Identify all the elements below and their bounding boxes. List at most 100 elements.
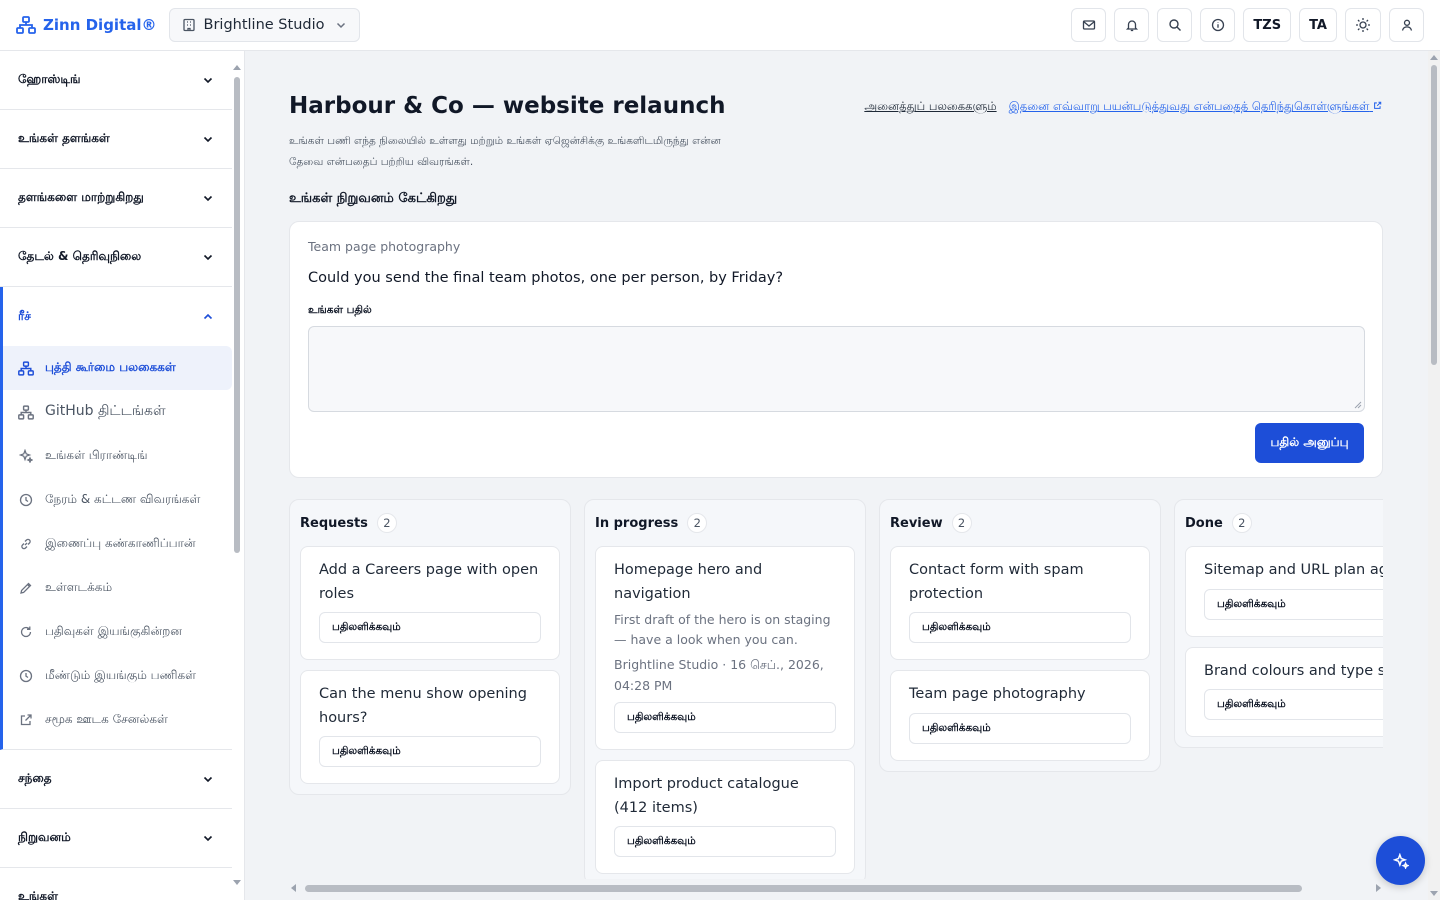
- board-card[interactable]: Team page photography பதிலளிக்கவும்: [890, 670, 1150, 761]
- sidebar-section-your-sites[interactable]: உங்கள் தளங்கள்: [0, 110, 232, 169]
- sidebar-item-branding[interactable]: உங்கள் பிராண்டிங்: [3, 434, 232, 478]
- asks-heading: உங்கள் நிறுவனம் கேட்கிறது: [289, 191, 458, 206]
- sidebar-section-search-visibility[interactable]: தேடல் & தெரிவுநிலை: [0, 228, 232, 287]
- info-button[interactable]: [1200, 8, 1236, 42]
- sidebar-item-label: மீண்டும் இயங்கும் பணிகள்: [45, 668, 196, 682]
- sidebar-item-label: உள்ளடக்கம்: [45, 580, 113, 594]
- language-button[interactable]: TA: [1299, 8, 1337, 42]
- ask-tag: Team page photography: [308, 239, 461, 254]
- workspace-switcher[interactable]: Brightline Studio: [168, 8, 360, 42]
- chevron-down-icon: [203, 835, 213, 842]
- board-horizontal-scrollbar[interactable]: [289, 882, 1383, 894]
- sidebar-item-insight-boards[interactable]: புத்தி கூர்மை பலகைகள்: [3, 346, 232, 390]
- column-requests: Requests 2 Add a Careers page with open r…: [289, 499, 571, 795]
- sidebar-scrollbar[interactable]: [233, 65, 241, 885]
- sidebar-section-migrating-sites[interactable]: தளங்களை மாற்றுகிறது: [0, 169, 232, 228]
- sidebar-section-yours[interactable]: உங்கள்: [0, 868, 232, 900]
- sparkle-icon: [1392, 852, 1409, 869]
- sidebar-item-logs-running[interactable]: பதிவுகள் இயங்குகின்றன: [3, 610, 232, 654]
- clock-icon: [18, 668, 34, 684]
- sidebar-section-market[interactable]: சந்தை: [0, 750, 232, 809]
- card-title: Can the menu show opening hours?: [319, 686, 527, 726]
- sidebar-item-label: GitHub திட்டங்கள்: [45, 403, 166, 419]
- chevron-down-icon: [203, 776, 213, 783]
- chevron-down-icon: [203, 136, 213, 143]
- all-boards-link[interactable]: அனைத்துப் பலகைகளும்: [864, 99, 996, 115]
- send-reply-button[interactable]: பதில் அனுப்பு: [1255, 423, 1364, 463]
- column-count: 2: [1231, 513, 1252, 533]
- sidebar-item-link-monitor[interactable]: இணைப்பு கண்காணிப்பான்: [3, 522, 232, 566]
- main-content: Harbour & Co — website relaunch அனைத்துப…: [245, 51, 1428, 885]
- sidebar-item-label: புத்தி கூர்மை பலகைகள்: [45, 360, 176, 374]
- column-done: Done 2 Sitemap and URL plan agreed பதிலளி…: [1174, 499, 1383, 748]
- column-in-progress: In progress 2 Homepage hero and navigatio…: [584, 499, 866, 879]
- board-card[interactable]: Sitemap and URL plan agreed பதிலளிக்கவும…: [1185, 546, 1383, 637]
- sidebar-section-label: நிறுவனம்: [18, 830, 71, 844]
- sidebar-item-social-channels[interactable]: சமூக ஊடக சேனல்கள்: [3, 698, 232, 742]
- resize-grip-icon[interactable]: [1354, 401, 1362, 409]
- link-icon: [18, 536, 34, 552]
- search-button[interactable]: [1157, 8, 1193, 42]
- card-note: First draft of the hero is on staging — …: [614, 612, 831, 647]
- sidebar-item-label: சமூக ஊடக சேனல்கள்: [45, 712, 168, 726]
- theme-toggle[interactable]: [1345, 8, 1381, 42]
- help-link[interactable]: இதனை எவ்வாறு பயன்படுத்துவது என்பதைத் தெர…: [1009, 99, 1382, 115]
- board-card[interactable]: Contact form with spam protection பதிலளி…: [890, 546, 1150, 660]
- assistant-button[interactable]: [1376, 836, 1425, 885]
- board-card[interactable]: Add a Careers page with open roles பதிலள…: [300, 546, 560, 660]
- card-reply-button[interactable]: பதிலளிக்கவும்: [909, 612, 1131, 643]
- sun-icon: [1356, 18, 1370, 32]
- mail-button[interactable]: [1071, 8, 1107, 42]
- card-reply-button[interactable]: பதிலளிக்கவும்: [614, 826, 836, 857]
- card-reply-button[interactable]: பதிலளிக்கவும்: [319, 612, 541, 643]
- sidebar: ஹோஸ்டிங் உங்கள் தளங்கள் தளங்களை மாற்றுகி…: [0, 51, 245, 900]
- brand-logo[interactable]: Zinn Digital®: [16, 16, 157, 34]
- card-reply-button[interactable]: பதிலளிக்கவும்: [909, 712, 1131, 744]
- chevron-down-icon: [203, 195, 213, 202]
- reply-label: உங்கள் பதில்: [308, 304, 372, 316]
- kanban-board: Requests 2 Add a Careers page with open r…: [289, 499, 1383, 879]
- account-button[interactable]: [1389, 8, 1424, 42]
- chevron-up-icon: [203, 313, 213, 319]
- board-card[interactable]: Brand colours and type set பதிலளிக்கவும்: [1185, 646, 1383, 737]
- column-title: Review: [890, 515, 943, 531]
- building-icon: [182, 18, 195, 32]
- board-card[interactable]: Homepage hero and navigation First draft…: [595, 546, 855, 750]
- sidebar-item-label: இணைப்பு கண்காணிப்பான்: [45, 536, 196, 550]
- column-title: In progress: [595, 515, 679, 531]
- card-reply-button[interactable]: பதிலளிக்கவும்: [1204, 689, 1383, 720]
- refresh-icon: [18, 624, 34, 640]
- board-card[interactable]: Import product catalogue (412 items) பதி…: [595, 760, 855, 874]
- mail-icon: [1082, 20, 1096, 30]
- notifications-button[interactable]: [1114, 8, 1150, 42]
- brand-name: Zinn Digital®: [43, 16, 157, 34]
- sidebar-section-company[interactable]: நிறுவனம்: [0, 809, 232, 868]
- network-icon: [18, 404, 34, 420]
- page-title: Harbour & Co — website relaunch: [289, 93, 726, 119]
- timezone-button[interactable]: TZS: [1243, 8, 1292, 42]
- top-bar: Zinn Digital® Brightline Studio TZS TA: [0, 0, 1440, 51]
- search-icon: [1169, 19, 1181, 31]
- sidebar-section-hosting[interactable]: ஹோஸ்டிங்: [0, 51, 232, 110]
- column-title: Done: [1185, 515, 1223, 531]
- board-card[interactable]: Can the menu show opening hours? பதிலளிக…: [300, 670, 560, 784]
- ask-question: Could you send the final team photos, on…: [308, 270, 784, 286]
- bell-icon: [1125, 20, 1138, 32]
- card-reply-button[interactable]: பதிலளிக்கவும்: [319, 736, 541, 767]
- page-vertical-scrollbar[interactable]: [1428, 51, 1440, 900]
- sidebar-item-content[interactable]: உள்ளடக்கம்: [3, 566, 232, 610]
- column-count: 2: [687, 513, 708, 533]
- sidebar-item-github-projects[interactable]: GitHub திட்டங்கள்: [3, 390, 232, 434]
- card-reply-button[interactable]: பதிலளிக்கவும்: [614, 702, 836, 733]
- sidebar-section-label: ஹோஸ்டிங்: [18, 72, 81, 86]
- external-link-icon: [1374, 101, 1382, 109]
- reply-textarea[interactable]: [308, 326, 1365, 412]
- chevron-down-icon: [203, 254, 213, 261]
- sidebar-section-reach[interactable]: ரீச்: [0, 287, 232, 346]
- sidebar-item-recurring-tasks[interactable]: மீண்டும் இயங்கும் பணிகள்: [3, 654, 232, 698]
- user-icon: [1401, 19, 1412, 31]
- sidebar-section-label: தேடல் & தெரிவுநிலை: [18, 249, 142, 263]
- sidebar-section-label: உங்கள் தளங்கள்: [18, 131, 110, 145]
- sidebar-item-time-billing[interactable]: நேரம் & கட்டண விவரங்கள்: [3, 478, 232, 522]
- card-reply-button[interactable]: பதிலளிக்கவும்: [1204, 588, 1383, 620]
